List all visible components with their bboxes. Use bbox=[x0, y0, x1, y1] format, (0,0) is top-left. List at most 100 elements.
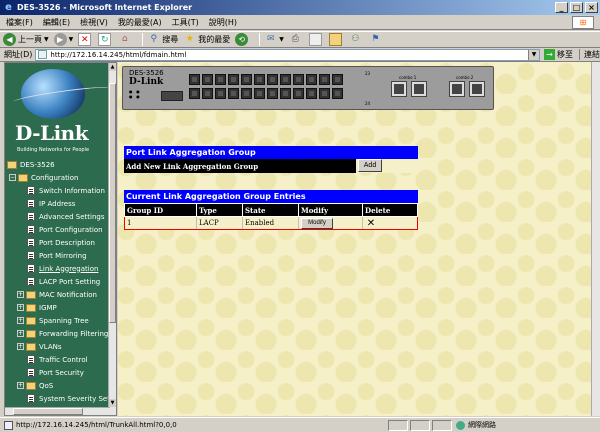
sidebar-item[interactable]: Port Description bbox=[5, 236, 116, 249]
switch-port[interactable] bbox=[241, 74, 252, 85]
sidebar-item[interactable]: Port Security bbox=[5, 366, 116, 379]
switch-model: DES-3526 bbox=[129, 69, 164, 77]
switch-port[interactable] bbox=[189, 74, 200, 85]
close-button[interactable]: × bbox=[585, 2, 598, 13]
switch-port[interactable] bbox=[267, 88, 278, 99]
switch-port[interactable] bbox=[215, 88, 226, 99]
scroll-thumb[interactable] bbox=[13, 408, 83, 415]
sidebar-item[interactable]: Port Configuration bbox=[5, 223, 116, 236]
main-vertical-scrollbar[interactable] bbox=[591, 62, 600, 416]
sidebar-item[interactable]: + Forwarding Filtering bbox=[5, 327, 116, 340]
expand-icon[interactable]: + bbox=[17, 304, 24, 311]
delete-x-icon[interactable]: ✕ bbox=[365, 218, 377, 229]
switch-port[interactable] bbox=[254, 74, 265, 85]
sidebar-item-label: Port Mirroring bbox=[39, 251, 87, 260]
combo-port[interactable] bbox=[449, 81, 465, 97]
switch-port[interactable] bbox=[215, 74, 226, 85]
sidebar-item[interactable]: + QoS bbox=[5, 379, 116, 392]
port-label-23: 23 bbox=[365, 71, 371, 76]
switch-port[interactable] bbox=[267, 74, 278, 85]
switch-port[interactable] bbox=[293, 74, 304, 85]
combo-port[interactable] bbox=[469, 81, 485, 97]
combo-port[interactable] bbox=[411, 81, 427, 97]
search-button[interactable]: ⚲ 搜尋 bbox=[147, 33, 178, 46]
home-button[interactable]: ⌂ bbox=[118, 33, 133, 46]
port-label-24: 24 bbox=[365, 101, 371, 106]
history-button[interactable]: ⟲ bbox=[235, 33, 250, 46]
switch-port[interactable] bbox=[332, 74, 343, 85]
scroll-thumb[interactable] bbox=[109, 83, 116, 323]
mail-button[interactable]: ✉ ▼ bbox=[264, 33, 284, 46]
print-button[interactable]: ⎙ bbox=[289, 33, 304, 46]
links-button[interactable]: 連結 bbox=[579, 49, 600, 60]
switch-port[interactable] bbox=[332, 88, 343, 99]
sidebar-item[interactable]: Switch Information bbox=[5, 184, 116, 197]
sidebar-item[interactable]: IP Address bbox=[5, 197, 116, 210]
sidebar-item[interactable]: Advanced Settings bbox=[5, 210, 116, 223]
switch-port[interactable] bbox=[241, 88, 252, 99]
expand-icon[interactable]: + bbox=[17, 382, 24, 389]
minimize-button[interactable]: _ bbox=[555, 2, 568, 13]
stop-button[interactable]: ✕ bbox=[78, 33, 93, 46]
switch-port[interactable] bbox=[280, 88, 291, 99]
switch-port[interactable] bbox=[202, 74, 213, 85]
sidebar-item[interactable]: + Spanning Tree bbox=[5, 314, 116, 327]
expand-icon[interactable]: + bbox=[17, 291, 24, 298]
tree-root[interactable]: DES-3526 bbox=[5, 158, 116, 171]
combo-port[interactable] bbox=[391, 81, 407, 97]
expand-icon[interactable]: + bbox=[17, 330, 24, 337]
sidebar-item[interactable]: LACP Port Setting bbox=[5, 275, 116, 288]
sidebar-item[interactable]: Link Aggregation bbox=[5, 262, 116, 275]
messenger-button[interactable]: ⚇ bbox=[349, 33, 364, 46]
switch-port[interactable] bbox=[293, 88, 304, 99]
sidebar: D-Link Building Networks for People DES-… bbox=[4, 62, 117, 416]
forward-button[interactable]: ▶ ▼ bbox=[53, 33, 73, 46]
chevron-down-icon[interactable]: ▼ bbox=[528, 49, 540, 60]
sidebar-item[interactable]: Traffic Control bbox=[5, 353, 116, 366]
scroll-up-icon[interactable]: ▲ bbox=[109, 63, 116, 71]
tree-configuration[interactable]: − Configuration bbox=[5, 171, 116, 184]
research-button[interactable]: ⚑ bbox=[369, 33, 384, 46]
sidebar-item[interactable]: + IGMP bbox=[5, 301, 116, 314]
address-input[interactable]: http://172.16.14.245/html/fdmain.html ▼ bbox=[35, 48, 541, 61]
switch-port[interactable] bbox=[228, 74, 239, 85]
switch-port[interactable] bbox=[319, 88, 330, 99]
menu-favorites[interactable]: 我的最愛(A) bbox=[118, 17, 162, 28]
sidebar-item[interactable]: + MAC Notification bbox=[5, 288, 116, 301]
switch-port[interactable] bbox=[189, 88, 200, 99]
favorites-button[interactable]: ★ 我的最愛 bbox=[183, 33, 231, 46]
sidebar-vertical-scrollbar[interactable]: ▲ ▼ bbox=[108, 63, 116, 415]
go-arrow-icon: → bbox=[544, 49, 556, 60]
refresh-button[interactable]: ↻ bbox=[98, 33, 113, 46]
port-link-aggregation-section: Port Link Aggregation Group Add New Link… bbox=[124, 146, 418, 173]
menu-tools[interactable]: 工具(T) bbox=[172, 17, 199, 28]
switch-port[interactable] bbox=[228, 88, 239, 99]
switch-port[interactable] bbox=[202, 88, 213, 99]
switch-port[interactable] bbox=[306, 74, 317, 85]
menu-help[interactable]: 說明(H) bbox=[209, 17, 237, 28]
menu-edit[interactable]: 編輯(E) bbox=[43, 17, 70, 28]
sidebar-item[interactable]: + VLANs bbox=[5, 340, 116, 353]
expand-icon[interactable]: + bbox=[17, 343, 24, 350]
switch-port[interactable] bbox=[319, 74, 330, 85]
edit-button[interactable] bbox=[308, 33, 324, 46]
combo2-label: combo 2 bbox=[456, 75, 474, 80]
menu-view[interactable]: 檢視(V) bbox=[80, 17, 108, 28]
back-button[interactable]: ◀ 上一頁 ▼ bbox=[3, 33, 49, 46]
scroll-down-icon[interactable]: ▼ bbox=[109, 399, 116, 407]
sidebar-horizontal-scrollbar[interactable] bbox=[5, 407, 110, 415]
discuss-button[interactable] bbox=[328, 33, 344, 46]
status-bar: http://172.16.14.245/html/TrunkAll.html?… bbox=[0, 417, 600, 432]
collapse-icon[interactable]: − bbox=[9, 174, 16, 181]
sidebar-item[interactable]: System Severity Setti bbox=[5, 392, 116, 405]
switch-port[interactable] bbox=[280, 74, 291, 85]
modify-button[interactable]: Modify bbox=[301, 217, 333, 229]
maximize-button[interactable]: □ bbox=[570, 2, 583, 13]
go-button[interactable]: → 移至 bbox=[544, 49, 573, 60]
menu-file[interactable]: 檔案(F) bbox=[6, 17, 33, 28]
sidebar-item[interactable]: Port Mirroring bbox=[5, 249, 116, 262]
expand-icon[interactable]: + bbox=[17, 317, 24, 324]
switch-port[interactable] bbox=[306, 88, 317, 99]
switch-port[interactable] bbox=[254, 88, 265, 99]
add-button[interactable]: Add bbox=[358, 159, 382, 172]
